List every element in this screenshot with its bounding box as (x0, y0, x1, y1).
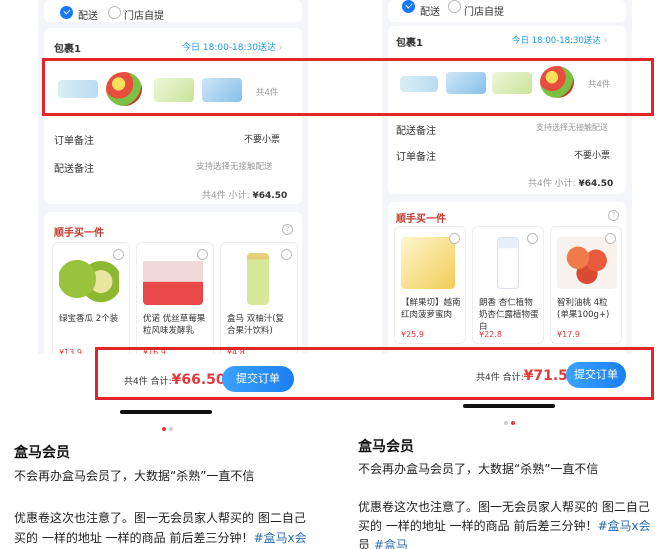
upsell-title: 顺手买一件 (54, 228, 104, 239)
pager-dot-active (511, 421, 515, 425)
upsell-product-2[interactable]: 优诺 优丝草莓果粒风味发酵乳 ¥16.9 (136, 242, 214, 362)
nectarine-image (557, 237, 617, 289)
package-card: 包裹1 今日 18:00-18:30送达 › 共4件 订单备注 不要小票 配送备注… (44, 28, 302, 204)
delivery-note-label: 配送备注 (396, 126, 436, 137)
jackfruit-image (401, 237, 455, 289)
home-indicator-right (463, 404, 555, 408)
pager-dot (504, 421, 508, 425)
product-name: 【鲜果切】越南红肉菠萝蜜肉 (401, 298, 461, 320)
chevron-right-icon: › (278, 43, 283, 53)
post-line-3: 买的 一样的地址 一样的商品 前后差三分钟！#盒马x会 (14, 531, 307, 545)
delivery-note-label: 配送备注 (54, 164, 94, 175)
post-title: 盒马会员 (358, 439, 414, 455)
upsell-product-2[interactable]: 朗香 杏仁植物奶杏仁露植物蛋白 ¥22.8 (472, 226, 544, 344)
product-price: ¥25.9 (401, 330, 424, 339)
post-line-1: 不会再办盒马会员了，大数据“杀熟”一直不信 (358, 462, 599, 476)
package-title: 包裹1 (54, 44, 81, 55)
pickup-radio[interactable] (448, 0, 461, 13)
juice-bottle-image (247, 253, 269, 305)
select-circle[interactable] (197, 249, 208, 260)
pickup-option-label: 门店自提 (124, 11, 164, 22)
package-title: 包裹1 (396, 38, 423, 49)
order-note-value[interactable]: 不要小票 (244, 132, 280, 145)
upsell-title: 顺手买一件 (396, 214, 446, 225)
upsell-product-3[interactable]: 盒马 双柚汁(复合果汁饮料) ¥4.8 (220, 242, 298, 362)
upsell-product-3[interactable]: 智利油桃 4粒(单果100g+) ¥17.9 (550, 226, 622, 344)
subtotal: 共4件 小计: ¥64.50 (528, 179, 614, 189)
almond-milk-image (497, 237, 519, 289)
post-line-3: 买的 一样的地址 一样的商品 前后差三分钟！#盒马x会 (358, 519, 651, 533)
upsell-product-1[interactable]: 【鲜果切】越南红肉菠萝蜜肉 ¥25.9 (394, 226, 466, 344)
order-note-label: 订单备注 (54, 136, 94, 147)
post-line-2: 优惠卷这次也注意了。图一无会员家人帮买的 图二自己 (358, 500, 650, 514)
delivery-time[interactable]: 今日 18:00-18:30送达 › (512, 34, 607, 46)
pickup-option-label: 门店自提 (464, 7, 504, 18)
hashtag-link[interactable]: #盒马x会 (597, 519, 650, 533)
post-title: 盒马会员 (14, 445, 70, 461)
subtotal: 共4件 小计: ¥64.50 (202, 191, 288, 201)
select-circle[interactable] (527, 233, 538, 244)
delivery-radio[interactable] (60, 6, 73, 19)
order-note-value[interactable]: 不要小票 (574, 148, 610, 161)
delivery-radio[interactable] (402, 0, 415, 13)
product-name: 盒马 双柚汁(复合果汁饮料) (227, 314, 285, 336)
delivery-time[interactable]: 今日 18:00-18:30送达 › (182, 40, 283, 53)
post-line-4: 员 #盒马 (358, 536, 408, 549)
select-circle[interactable] (281, 249, 292, 260)
chevron-right-icon: › (603, 36, 608, 46)
pager-dot (169, 427, 173, 431)
delivery-note-value[interactable]: 支持选择无接触配送 (536, 122, 608, 133)
order-note-label: 订单备注 (396, 152, 436, 163)
product-name: 朗香 杏仁植物奶杏仁露植物蛋白 (479, 298, 539, 332)
product-name: 智利油桃 4粒(单果100g+) (557, 298, 610, 320)
help-icon[interactable]: ? (608, 210, 619, 221)
hashtag-link[interactable]: #盒马x会 (253, 531, 306, 545)
product-name: 绿宝香瓜 2个装 (59, 314, 119, 324)
select-circle[interactable] (449, 233, 460, 244)
post-line-2: 优惠卷这次也注意了。图一无会员家人帮买的 图二自己 (14, 511, 306, 525)
product-name: 优诺 优丝草莓果粒风味发酵乳 (143, 314, 206, 336)
select-circle[interactable] (605, 233, 616, 244)
melon-image (59, 253, 119, 305)
delivery-option-label: 配送 (420, 7, 440, 18)
pickup-radio[interactable] (108, 6, 121, 19)
hashtag-link[interactable]: #盒马 (374, 538, 408, 549)
upsell-product-1[interactable]: 绿宝香瓜 2个装 ¥13.9 (52, 242, 130, 362)
home-indicator-left (120, 410, 212, 414)
select-circle[interactable] (113, 249, 124, 260)
delivery-option-label: 配送 (78, 11, 98, 22)
yogurt-image (143, 253, 203, 305)
product-price: ¥22.8 (479, 330, 502, 339)
delivery-mode-card: 配送 门店自提 (388, 0, 626, 22)
delivery-mode-card: 配送 门店自提 (44, 0, 302, 22)
screenshot-comparison: 配送 门店自提 包裹1 今日 18:00-18:30送达 › 共4件 订单备注 不… (0, 0, 656, 549)
post-line-1: 不会再办盒马会员了，大数据“杀熟”一直不信 (14, 469, 255, 483)
total-highlight-box (95, 347, 654, 400)
thumbnails-highlight-box (42, 58, 654, 116)
help-icon[interactable]: ? (282, 224, 293, 235)
product-price: ¥17.9 (557, 330, 580, 339)
delivery-note-value[interactable]: 支持选择无接触配送 (196, 160, 273, 172)
pager-dot-active (162, 427, 166, 431)
